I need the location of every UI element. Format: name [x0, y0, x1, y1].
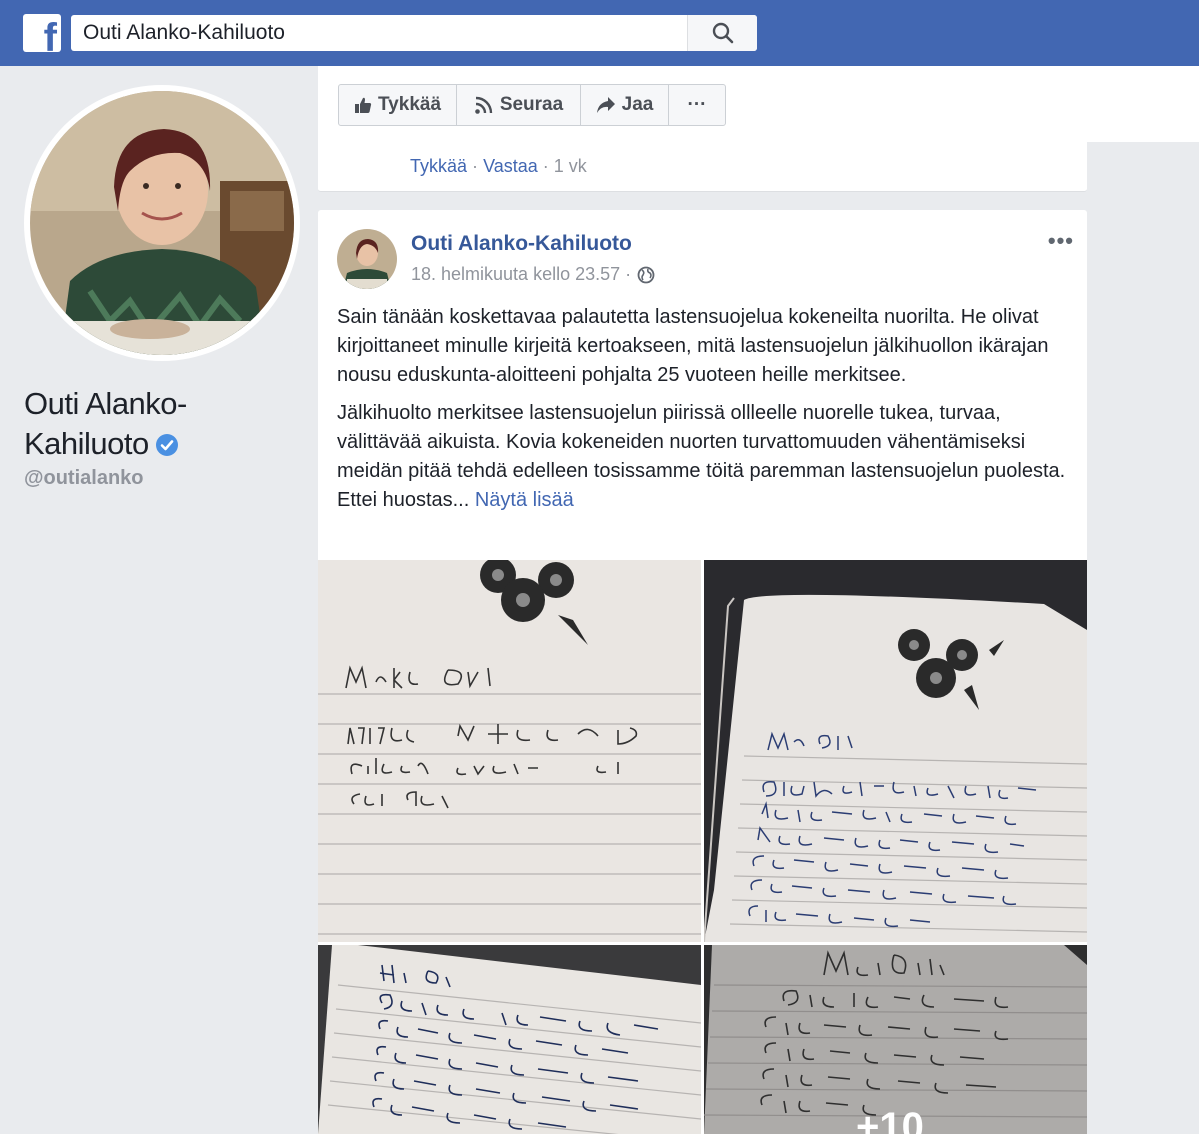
- more-options-button[interactable]: ···: [669, 85, 725, 125]
- like-page-label: Tykkää: [377, 94, 442, 115]
- comment-separator: ·: [472, 156, 479, 176]
- page-action-bar: Tykkää Seuraa Jaa ···: [318, 66, 1199, 142]
- facebook-logo-icon[interactable]: f: [23, 14, 61, 52]
- follow-button[interactable]: Seuraa: [457, 85, 581, 125]
- more-photos-count[interactable]: +10: [856, 1105, 924, 1134]
- action-button-group: Tykkää Seuraa Jaa ···: [338, 84, 726, 126]
- profile-name[interactable]: Outi Alanko- Kahiluoto: [24, 384, 294, 464]
- comment-like-link[interactable]: Tykkää: [410, 156, 467, 176]
- handwritten-letter-photo: [318, 560, 701, 942]
- see-more-link[interactable]: Näytä lisää: [475, 489, 574, 511]
- post-author-photo: [337, 229, 397, 289]
- profile-name-line2: Kahiluoto: [24, 424, 294, 464]
- search-icon: [712, 22, 733, 44]
- verified-badge-icon: [155, 434, 178, 456]
- comment-age[interactable]: 1 vk: [554, 156, 587, 176]
- post-body: Sain tänään koskettavaa palautetta laste…: [337, 303, 1072, 524]
- profile-picture[interactable]: [24, 85, 300, 361]
- post-photo-2[interactable]: [704, 560, 1087, 942]
- follow-label: Seuraa: [499, 94, 564, 115]
- post-paragraph-2-text: Jälkihuolto merkitsee lastensuojelun pii…: [337, 402, 1066, 511]
- post-paragraph-2: Jälkihuolto merkitsee lastensuojelun pii…: [337, 399, 1072, 515]
- post-card: Outi Alanko-Kahiluoto 18. helmikuuta kel…: [318, 210, 1087, 1134]
- post-photo-1[interactable]: [318, 560, 701, 942]
- post-photo-4[interactable]: +10: [704, 945, 1087, 1134]
- profile-photo-image: [30, 91, 294, 355]
- post-timestamp-text[interactable]: 18. helmikuuta kello 23.57 ·: [411, 264, 631, 285]
- search-box: [71, 15, 757, 51]
- handwritten-letter-photo: [318, 945, 701, 1134]
- comment-separator: ·: [542, 156, 549, 176]
- post-paragraph-1: Sain tänään koskettavaa palautetta laste…: [337, 306, 1049, 386]
- share-label: Jaa: [621, 94, 654, 115]
- search-input[interactable]: [71, 15, 686, 51]
- profile-name-line2-text: Kahiluoto: [24, 426, 149, 461]
- post-photo-3[interactable]: [318, 945, 701, 1134]
- post-author-name[interactable]: Outi Alanko-Kahiluoto: [411, 232, 632, 256]
- like-page-button[interactable]: Tykkää: [339, 85, 457, 125]
- profile-name-line1: Outi Alanko-: [24, 386, 187, 421]
- search-button[interactable]: [687, 15, 757, 51]
- comment-strip: Tykkää · Vastaa · 1 vk: [318, 142, 1087, 192]
- share-arrow-icon: [596, 97, 615, 113]
- post-author-avatar[interactable]: [337, 229, 397, 289]
- globe-public-icon: [637, 266, 655, 283]
- share-button[interactable]: Jaa: [581, 85, 669, 125]
- comment-meta: Tykkää · Vastaa · 1 vk: [410, 156, 587, 177]
- comment-reply-link[interactable]: Vastaa: [483, 156, 538, 176]
- profile-handle[interactable]: @outialanko: [24, 467, 144, 490]
- post-options-menu[interactable]: •••: [1048, 228, 1074, 254]
- thumbs-up-icon: [354, 97, 372, 113]
- handwritten-letter-photo: [704, 560, 1087, 942]
- top-navigation-bar: f: [0, 0, 1199, 66]
- rss-follow-icon: [475, 96, 493, 114]
- post-timestamp: 18. helmikuuta kello 23.57 ·: [411, 264, 655, 285]
- more-options-icon: ···: [687, 94, 707, 115]
